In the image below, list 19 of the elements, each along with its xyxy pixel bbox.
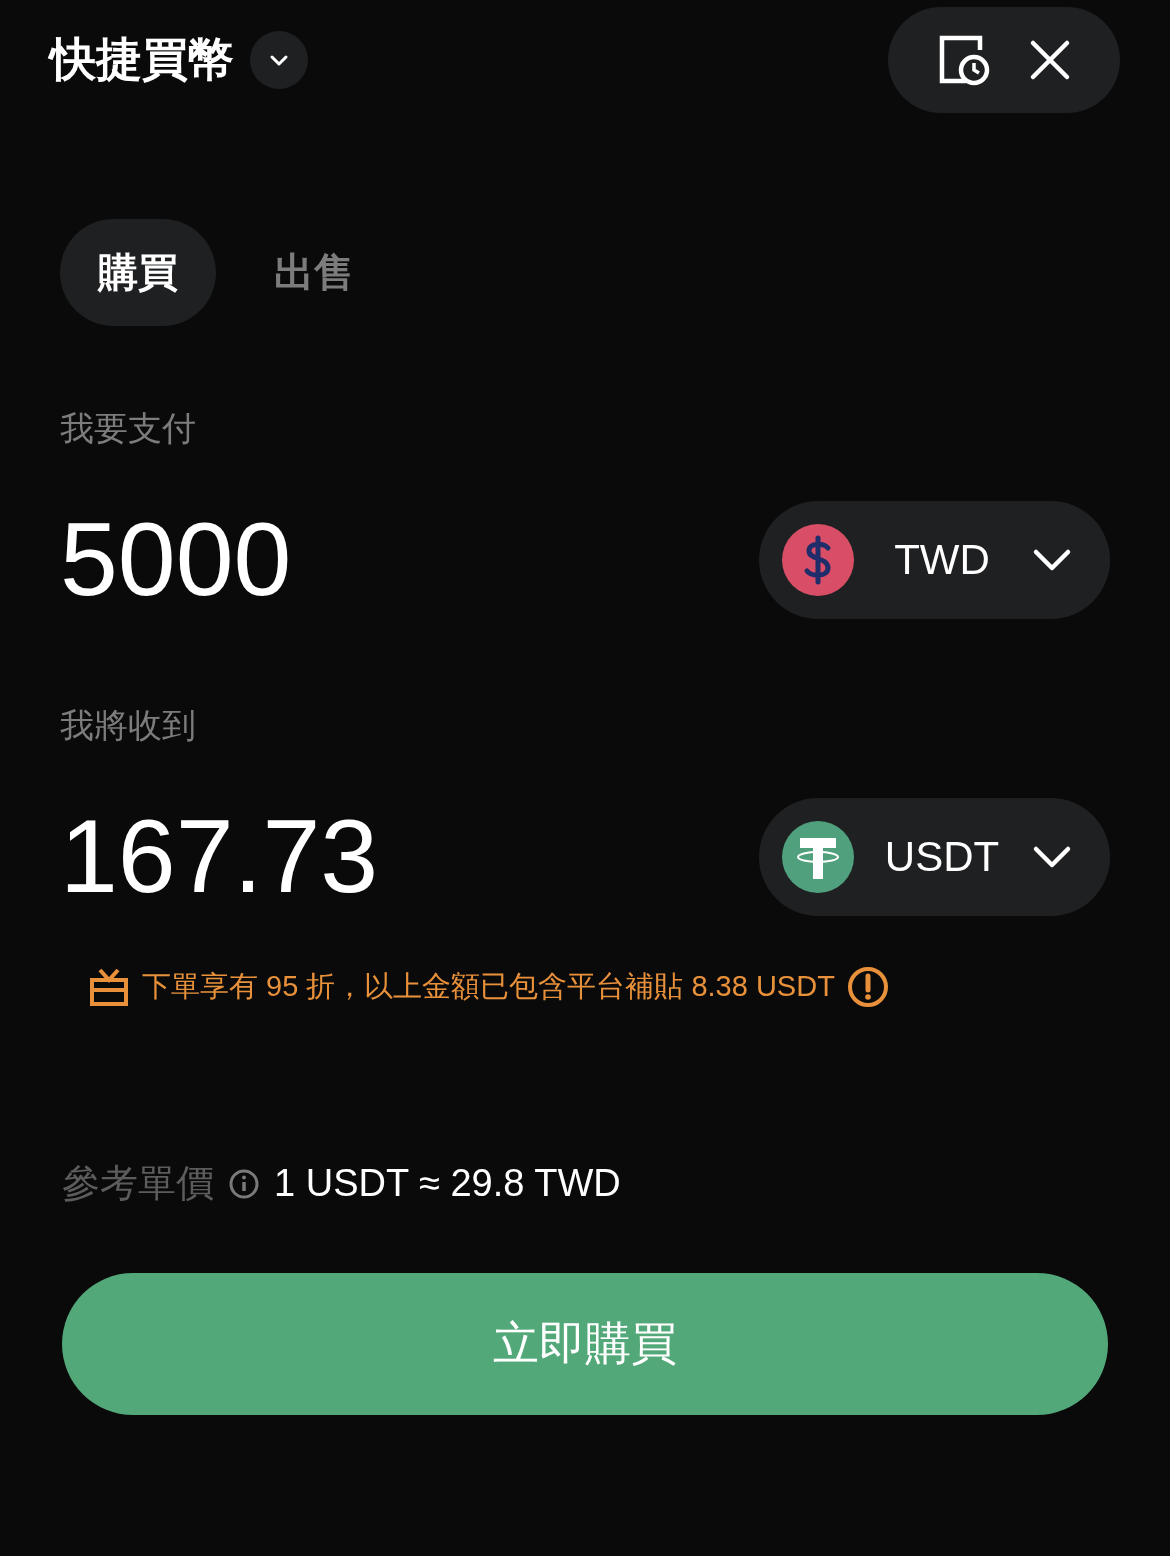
rate-value: 1 USDT ≈ 29.8 TWD: [274, 1162, 621, 1205]
field-label: 我要支付: [60, 408, 197, 449]
info-icon[interactable]: [228, 1167, 260, 1200]
currency-selector[interactable]: TWD: [759, 500, 1110, 619]
rate-label: 參考單價: [62, 1161, 214, 1206]
promo-text: 下單享有 95 折，以上金額已包含平台補貼 8.38 USDT: [142, 969, 835, 1004]
currency-selector[interactable]: USDT: [759, 797, 1110, 916]
tether-coin-icon: [782, 820, 854, 893]
amount-field[interactable]: 167.73: [60, 797, 379, 916]
dollar-coin-icon: [782, 523, 854, 596]
close-button[interactable]: [1028, 38, 1072, 82]
amount-field[interactable]: 5000: [60, 500, 292, 619]
gift-icon: [88, 966, 130, 1008]
page-title: 快捷買幣: [50, 32, 234, 87]
warning-icon[interactable]: [846, 966, 889, 1008]
tab[interactable]: 出售: [236, 219, 392, 326]
field-label: 我將收到: [60, 705, 197, 746]
tab[interactable]: 購買: [60, 219, 216, 326]
close-icon: [1028, 38, 1072, 82]
